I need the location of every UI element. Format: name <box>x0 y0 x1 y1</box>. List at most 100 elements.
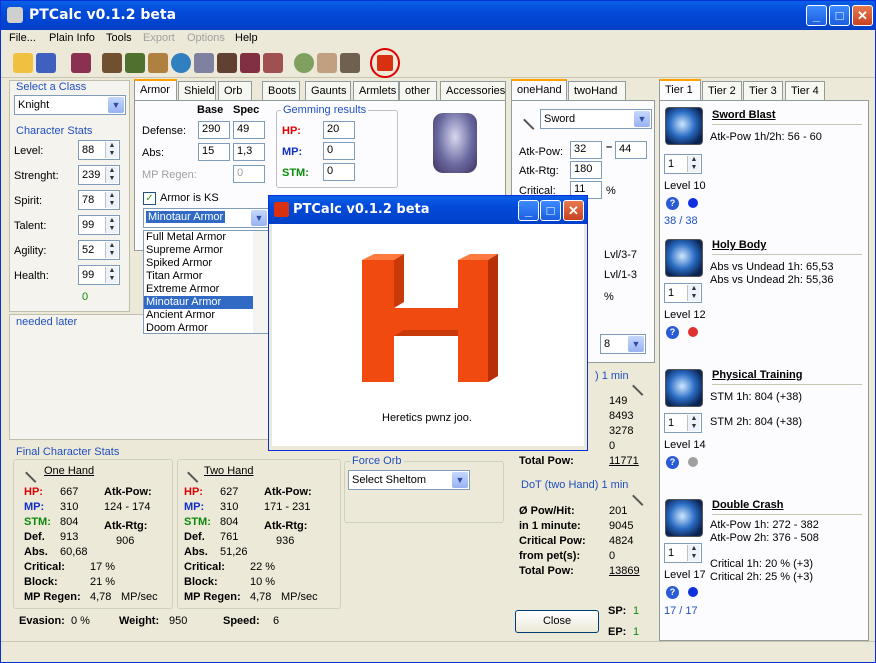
gem-stm-input[interactable]: 0 <box>323 163 355 181</box>
ring-icon[interactable] <box>294 53 314 73</box>
tab-accessories[interactable]: Accessories <box>440 81 506 100</box>
agility-spinner[interactable]: 52 ▲ ▼ <box>78 240 120 260</box>
spinner-arrows-icon[interactable]: ▲ ▼ <box>687 415 700 431</box>
sword-blast-icon[interactable] <box>665 107 703 145</box>
sheltom-icon[interactable] <box>317 53 337 73</box>
skill-points-spinner[interactable]: 1 ▲ ▼ <box>664 283 702 303</box>
armor-select[interactable]: Minotaur Armor ▼ <box>143 208 269 228</box>
spinner-arrows-icon[interactable]: ▲ ▼ <box>687 545 700 561</box>
atkpow-max-input[interactable]: 44 <box>615 141 647 159</box>
tab-armor[interactable]: Armor <box>134 79 177 100</box>
tab-armlets[interactable]: Armlets <box>353 81 399 100</box>
atkrtg-input[interactable]: 180 <box>570 161 602 179</box>
spirit-spinner[interactable]: 78 ▲ ▼ <box>78 190 120 210</box>
armor-icon[interactable] <box>102 53 122 73</box>
armor-ks-checkbox[interactable]: ✓ <box>143 192 156 205</box>
close-button[interactable]: Close <box>515 610 599 633</box>
tab-tier-4[interactable]: Tier 4 <box>785 81 825 100</box>
skill-name[interactable]: Sword Blast <box>712 109 776 121</box>
spinner-arrows-icon[interactable]: ▲ ▼ <box>687 285 700 301</box>
tab-boots[interactable]: Boots <box>262 81 300 100</box>
list-item-selected[interactable]: Minotaur Armor <box>144 296 268 309</box>
menu-tools[interactable]: Tools <box>106 32 132 44</box>
spinner-arrows-icon[interactable]: ▲ ▼ <box>687 156 700 172</box>
weapon-type-select[interactable]: Sword ▼ <box>540 109 652 129</box>
save-icon[interactable] <box>36 53 56 73</box>
close-window-button[interactable]: ✕ <box>852 5 873 26</box>
tab-other[interactable]: other <box>399 81 437 100</box>
help-icon[interactable]: ? <box>666 326 679 339</box>
tab-gaunts[interactable]: Gaunts <box>305 81 351 100</box>
tab-tier-1[interactable]: Tier 1 <box>659 79 701 100</box>
gauntlet-icon[interactable] <box>217 53 237 73</box>
heretics-icon-highlight[interactable] <box>370 48 400 78</box>
physical-training-icon[interactable] <box>665 369 703 407</box>
level-spinner[interactable]: 88 ▲ ▼ <box>78 140 120 160</box>
abs-base-input[interactable]: 15 <box>198 143 230 161</box>
tab-shield[interactable]: Shield <box>178 81 216 100</box>
robe-icon[interactable] <box>125 53 145 73</box>
dialog-minimize-button[interactable]: _ <box>518 200 539 221</box>
tab-orb[interactable]: Orb <box>218 81 252 100</box>
skill-name[interactable]: Physical Training <box>712 369 802 381</box>
skill-name[interactable]: Holy Body <box>712 239 766 251</box>
help-icon[interactable]: ? <box>666 456 679 469</box>
defense-base-input[interactable]: 290 <box>198 121 230 139</box>
skill-points-spinner[interactable]: 1 ▲ ▼ <box>664 543 702 563</box>
spinner-arrows-icon[interactable]: ▲ ▼ <box>105 167 118 183</box>
skill-name[interactable]: Double Crash <box>712 499 784 511</box>
holy-body-icon[interactable] <box>665 239 703 277</box>
tab-tier-3[interactable]: Tier 3 <box>743 81 783 100</box>
tab-twohand[interactable]: twoHand <box>568 81 626 100</box>
force-orb-select[interactable]: Select Sheltom ▼ <box>348 470 470 490</box>
abs-spec-input[interactable]: 1,3 <box>233 143 265 161</box>
tab-onehand[interactable]: oneHand <box>511 79 567 100</box>
gem-mp-input[interactable]: 0 <box>323 142 355 160</box>
boots-icon[interactable] <box>240 53 260 73</box>
scrollbar[interactable] <box>253 231 268 333</box>
maximize-button[interactable]: □ <box>829 5 850 26</box>
spinner-arrows-icon[interactable]: ▲ ▼ <box>105 267 118 283</box>
spinner-arrows-icon[interactable]: ▲ ▼ <box>105 142 118 158</box>
list-item[interactable]: Spiked Armor <box>144 257 268 270</box>
weapon-icon[interactable] <box>263 53 283 73</box>
one-hand-title: One Hand <box>44 465 95 477</box>
menu-plain-info[interactable]: Plain Info <box>49 32 95 44</box>
shield-icon[interactable] <box>148 53 168 73</box>
agility-label: Agility: <box>14 245 47 257</box>
list-item[interactable]: Supreme Armor <box>144 244 268 257</box>
skill-points-spinner[interactable]: 1 ▲ ▼ <box>664 154 702 174</box>
atkpow-min-input[interactable]: 32 <box>570 141 602 159</box>
character-icon[interactable] <box>71 53 91 73</box>
menu-help[interactable]: Help <box>235 32 258 44</box>
talent-spinner[interactable]: 99 ▲ ▼ <box>78 215 120 235</box>
menu-file[interactable]: File... <box>9 32 36 44</box>
spinner-arrows-icon[interactable]: ▲ ▼ <box>105 217 118 233</box>
spinner-arrows-icon[interactable]: ▲ ▼ <box>105 242 118 258</box>
list-item[interactable]: Full Metal Armor <box>144 231 268 244</box>
strength-spinner[interactable]: 239 ▲ ▼ <box>78 165 120 185</box>
dialog-close-button[interactable]: ✕ <box>563 200 584 221</box>
health-spinner[interactable]: 99 ▲ ▼ <box>78 265 120 285</box>
list-item[interactable]: Titan Armor <box>144 270 268 283</box>
list-item[interactable]: Ancient Armor <box>144 309 268 322</box>
list-item[interactable]: Extreme Armor <box>144 283 268 296</box>
spinner-arrows-icon[interactable]: ▲ ▼ <box>105 192 118 208</box>
tab-tier-2[interactable]: Tier 2 <box>702 81 742 100</box>
double-crash-icon[interactable] <box>665 499 703 537</box>
orb-icon[interactable] <box>171 53 191 73</box>
help-icon[interactable]: ? <box>666 197 679 210</box>
dot-two-pow-hit-label: Ø Pow/Hit: <box>519 505 575 517</box>
armlet-icon[interactable] <box>194 53 214 73</box>
class-select[interactable]: Knight ▼ <box>14 95 126 115</box>
list-item[interactable]: Doom Armor <box>144 322 268 335</box>
defense-spec-input[interactable]: 49 <box>233 121 265 139</box>
open-icon[interactable] <box>13 53 33 73</box>
gem-hp-input[interactable]: 20 <box>323 121 355 139</box>
dialog-maximize-button[interactable]: □ <box>540 200 561 221</box>
skill-points-spinner[interactable]: 1 ▲ ▼ <box>664 413 702 433</box>
tool-icon[interactable] <box>340 53 360 73</box>
help-icon[interactable]: ? <box>666 586 679 599</box>
hits-select[interactable]: 8 ▼ <box>600 334 646 354</box>
minimize-button[interactable]: _ <box>806 5 827 26</box>
